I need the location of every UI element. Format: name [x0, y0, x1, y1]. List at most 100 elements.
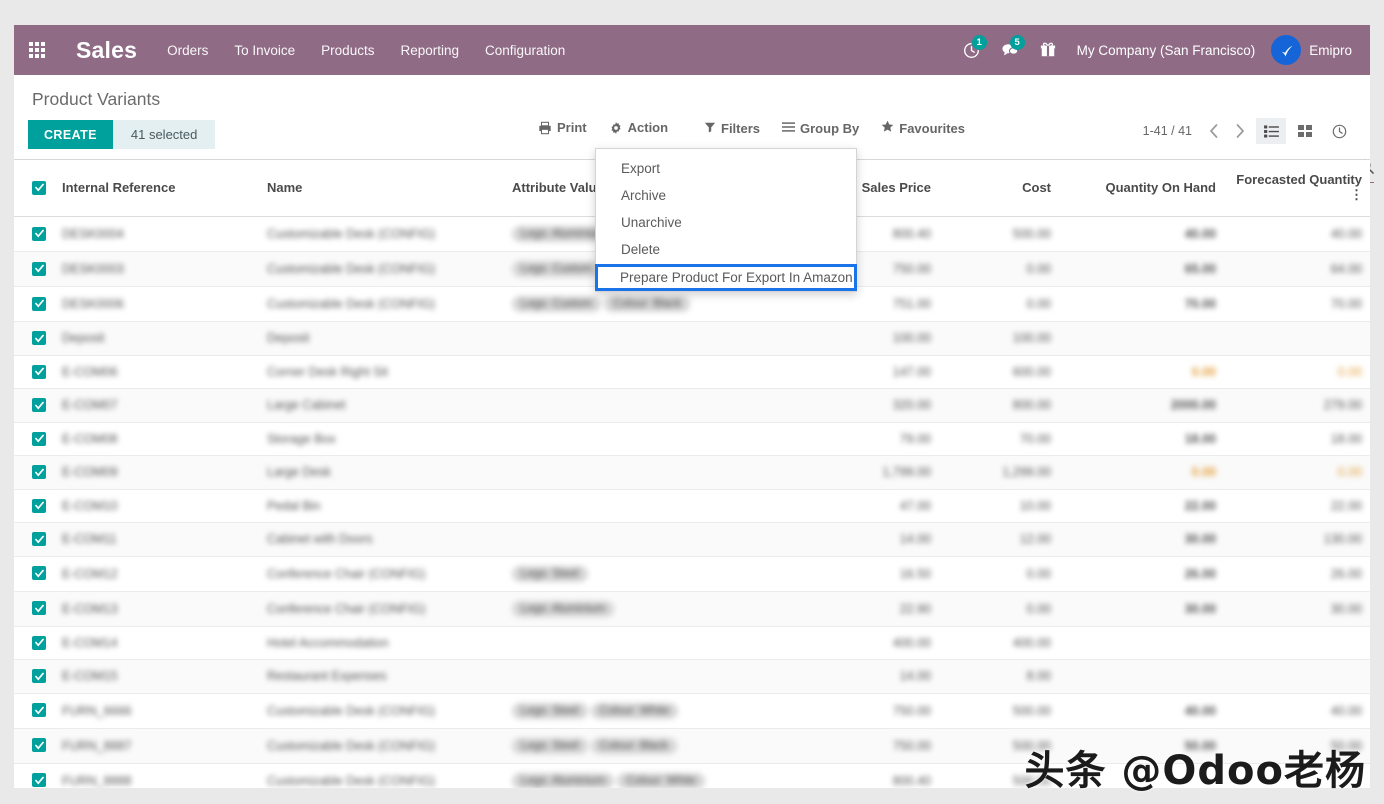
table-row[interactable]: FURN_8887Customizable Desk (CONFIG)Legs:…: [14, 728, 1370, 763]
select-all-checkbox[interactable]: [14, 160, 54, 217]
group-by-label: Group By: [800, 121, 859, 136]
column-name[interactable]: Name: [259, 160, 504, 217]
row-checkbox[interactable]: [14, 693, 54, 728]
table-row[interactable]: E-COM06Corner Desk Right Sit147.00600.00…: [14, 355, 1370, 389]
row-checkbox[interactable]: [14, 556, 54, 591]
row-checkbox[interactable]: [14, 217, 54, 252]
cell-forecasted-quantity: 279.00: [1224, 389, 1370, 423]
table-row[interactable]: E-COM08Storage Box79.0070.0018.0018.00: [14, 422, 1370, 456]
pager-next-button[interactable]: [1228, 119, 1252, 143]
row-checkbox[interactable]: [14, 456, 54, 490]
table-body: DESK0004Customizable Desk (CONFIG)Legs: …: [14, 217, 1370, 789]
row-checkbox[interactable]: [14, 322, 54, 356]
row-checkbox[interactable]: [14, 389, 54, 423]
chat-bubble-icon[interactable]: 5: [991, 25, 1029, 75]
cell-sales-price: 750.00: [769, 693, 939, 728]
row-checkbox[interactable]: [14, 763, 54, 788]
cell-forecasted-quantity: 26.00: [1224, 556, 1370, 591]
cell-name: Large Desk: [259, 456, 504, 490]
table-row[interactable]: E-COM10Pedal Bin47.0010.0022.0022.00: [14, 489, 1370, 523]
row-checkbox[interactable]: [14, 422, 54, 456]
column-cost[interactable]: Cost: [939, 160, 1059, 217]
table-row[interactable]: E-COM12Conference Chair (CONFIG)Legs: St…: [14, 556, 1370, 591]
table-row[interactable]: E-COM14Hotel Accommodation400.00400.00: [14, 626, 1370, 660]
table-row[interactable]: DepositDeposit100.00100.00: [14, 322, 1370, 356]
cell-sales-price: 100.00: [769, 322, 939, 356]
cell-attribute-values: Legs: Aluminium: [504, 591, 769, 626]
column-internal-reference[interactable]: Internal Reference: [54, 160, 259, 217]
cell-attribute-values: Legs: SteelColour: Black: [504, 728, 769, 763]
cell-internal-reference: E-COM15: [54, 660, 259, 694]
view-switcher-list-icon[interactable]: [1256, 118, 1286, 144]
filters-button[interactable]: Filters: [704, 121, 760, 136]
menu-item-to-invoice[interactable]: To Invoice: [234, 43, 295, 58]
cell-sales-price: 400.00: [769, 626, 939, 660]
row-checkbox[interactable]: [14, 591, 54, 626]
activity-clock-icon[interactable]: 1: [953, 25, 991, 75]
row-checkbox[interactable]: [14, 660, 54, 694]
cell-cost: 10.00: [939, 489, 1059, 523]
pager-previous-button[interactable]: [1202, 119, 1226, 143]
cell-attribute-values: Legs: AluminiumColour: White: [504, 763, 769, 788]
cell-quantity-on-hand: 0.00: [1059, 456, 1224, 490]
menu-item-orders[interactable]: Orders: [167, 43, 208, 58]
favourites-button[interactable]: Favourites: [881, 120, 965, 136]
hamburger-icon: [782, 121, 795, 136]
user-menu[interactable]: Emipro: [1271, 35, 1352, 65]
company-selector[interactable]: My Company (San Francisco): [1077, 43, 1256, 58]
cell-forecasted-quantity: 18.00: [1224, 422, 1370, 456]
cell-name: Restaurant Expenses: [259, 660, 504, 694]
table-row[interactable]: E-COM09Large Desk1,799.001,299.000.000.0…: [14, 456, 1370, 490]
row-checkbox[interactable]: [14, 728, 54, 763]
print-button[interactable]: Print: [538, 120, 587, 135]
app-brand-sales[interactable]: Sales: [76, 37, 137, 64]
action-menu-item-delete[interactable]: Delete: [596, 236, 856, 263]
app-page: Sales Orders To Invoice Products Reporti…: [0, 0, 1384, 804]
row-checkbox[interactable]: [14, 355, 54, 389]
cell-quantity-on-hand: [1059, 660, 1224, 694]
table-row[interactable]: E-COM11Cabinet with Doors14.0012.0030.00…: [14, 523, 1370, 557]
table-row[interactable]: FURN_8888Customizable Desk (CONFIG)Legs:…: [14, 763, 1370, 788]
row-checkbox[interactable]: [14, 252, 54, 287]
action-menu-item-export[interactable]: Export: [596, 155, 856, 182]
cell-cost: 8.00: [939, 660, 1059, 694]
menu-item-reporting[interactable]: Reporting: [400, 43, 459, 58]
column-quantity-on-hand[interactable]: Quantity On Hand: [1059, 160, 1224, 217]
record-actions: Print Action: [538, 120, 668, 135]
cell-name: Conference Chair (CONFIG): [259, 556, 504, 591]
table-row[interactable]: E-COM07Large Cabinet320.00800.002000.002…: [14, 389, 1370, 423]
table-row[interactable]: E-COM13Conference Chair (CONFIG)Legs: Al…: [14, 591, 1370, 626]
row-checkbox[interactable]: [14, 287, 54, 322]
create-button[interactable]: CREATE: [28, 120, 113, 149]
cell-forecasted-quantity: 0.00: [1224, 456, 1370, 490]
table-row[interactable]: E-COM15Restaurant Expenses14.008.00: [14, 660, 1370, 694]
cell-name: Customizable Desk (CONFIG): [259, 693, 504, 728]
row-checkbox[interactable]: [14, 626, 54, 660]
cell-cost: 500.00: [939, 763, 1059, 788]
table-row[interactable]: FURN_6666Customizable Desk (CONFIG)Legs:…: [14, 693, 1370, 728]
cell-quantity-on-hand: [1059, 626, 1224, 660]
cell-name: Deposit: [259, 322, 504, 356]
cell-forecasted-quantity: [1224, 322, 1370, 356]
cell-quantity-on-hand: 22.00: [1059, 489, 1224, 523]
action-menu-item-archive[interactable]: Archive: [596, 182, 856, 209]
action-menu-item-unarchive[interactable]: Unarchive: [596, 209, 856, 236]
group-by-button[interactable]: Group By: [782, 121, 859, 136]
action-button[interactable]: Action: [609, 120, 668, 135]
row-checkbox[interactable]: [14, 489, 54, 523]
cell-internal-reference: Deposit: [54, 322, 259, 356]
gift-icon[interactable]: [1029, 25, 1067, 75]
apps-grid-icon[interactable]: [20, 25, 54, 75]
column-forecasted-quantity[interactable]: Forecasted Quantity ⋮: [1224, 160, 1370, 217]
cell-name: Hotel Accommodation: [259, 626, 504, 660]
cell-forecasted-quantity: 130.00: [1224, 523, 1370, 557]
menu-item-configuration[interactable]: Configuration: [485, 43, 565, 58]
view-switcher-activity-icon[interactable]: [1324, 118, 1354, 144]
cell-forecasted-quantity: [1224, 626, 1370, 660]
row-checkbox[interactable]: [14, 523, 54, 557]
cell-sales-price: 14.00: [769, 523, 939, 557]
view-switcher-kanban-icon[interactable]: [1290, 118, 1320, 144]
action-menu-item-prepare-product-for-export-in-amazon[interactable]: Prepare Product For Export In Amazon: [595, 264, 857, 291]
menu-item-products[interactable]: Products: [321, 43, 374, 58]
optional-columns-dots-icon[interactable]: ⋮: [1350, 187, 1362, 203]
